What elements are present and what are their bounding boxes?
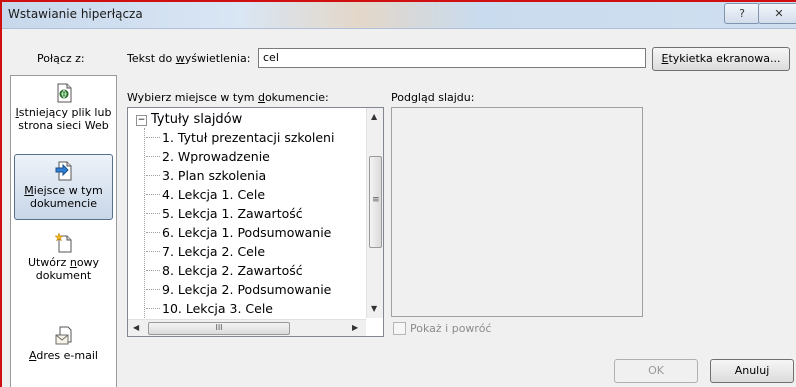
tree-item-slide-5[interactable]: 5. Lekcja 1. Zawartość	[146, 206, 364, 221]
dialog-title: Wstawianie hiperłącza	[8, 7, 143, 21]
link-create-new-document[interactable]: Utwórz nowy dokument	[11, 233, 116, 282]
close-icon: ✕	[774, 7, 784, 20]
link-email-address-label: Adres e-mail	[29, 349, 98, 362]
collapse-icon[interactable]: −	[136, 115, 147, 126]
display-text-input[interactable]: cel	[258, 48, 646, 68]
help-icon: ?	[739, 7, 745, 20]
tree-item-slide-6[interactable]: 6. Lekcja 1. Podsumowanie	[146, 225, 364, 240]
tree-root-slide-titles[interactable]: − Tytuły slajdów	[136, 112, 242, 127]
close-button[interactable]: ✕	[758, 3, 796, 24]
new-document-icon	[53, 233, 71, 253]
scroll-right-icon[interactable]: ▶	[352, 323, 358, 332]
tree-horizontal-scrollbar[interactable]: ◀ III ▶	[128, 319, 366, 336]
tree-connector-line	[144, 128, 145, 328]
cancel-button[interactable]: Anuluj	[710, 359, 794, 383]
tree-item-slide-9[interactable]: 9. Lekcja 2. Podsumowanie	[146, 282, 364, 297]
show-and-return-label: Pokaż i powróć	[410, 322, 492, 335]
scroll-down-icon[interactable]: ▼	[371, 304, 377, 313]
existing-file-icon	[57, 83, 71, 103]
link-email-address[interactable]: Adres e-mail	[11, 326, 116, 362]
document-place-tree[interactable]: − Tytuły slajdów 1. Tytuł prezentacji szk…	[127, 107, 384, 337]
scroll-grip-icon: ≡	[372, 195, 380, 205]
tree-item-slide-3[interactable]: 3. Plan szkolenia	[146, 168, 364, 183]
email-address-icon	[55, 326, 71, 345]
link-to-label: Połącz z:	[37, 52, 85, 65]
place-in-document-icon	[55, 161, 71, 181]
tree-item-slide-2[interactable]: 2. Wprowadzenie	[146, 149, 364, 164]
screentip-button[interactable]: Etykietka ekranowa...	[652, 47, 790, 71]
tree-item-slide-4[interactable]: 4. Lekcja 1. Cele	[146, 187, 364, 202]
slide-preview-label: Podgląd slajdu:	[391, 91, 475, 104]
horizontal-scroll-thumb[interactable]: III	[148, 322, 290, 335]
scroll-up-icon[interactable]: ▲	[371, 112, 377, 121]
vertical-scroll-thumb[interactable]: ≡	[369, 156, 382, 248]
tree-vertical-scrollbar[interactable]: ▲ ≡ ▼	[366, 108, 383, 318]
link-create-new-document-label: Utwórz nowy dokument	[27, 256, 100, 282]
tree-item-slide-1[interactable]: 1. Tytuł prezentacji szkoleni	[146, 130, 364, 145]
title-bar: Wstawianie hiperłącza ? ✕	[2, 2, 796, 29]
link-place-in-document[interactable]: Miejsce w tym dokumencie	[14, 154, 113, 220]
link-existing-file-or-web-page[interactable]: Istniejący plik lub strona sieci Web	[11, 83, 116, 132]
scroll-left-icon[interactable]: ◀	[133, 323, 139, 332]
help-button[interactable]: ?	[724, 3, 760, 24]
display-text-label: Tekst do wyświetlenia:	[127, 52, 251, 65]
insert-hyperlink-dialog: Wstawianie hiperłącza ? ✕ Połącz z: Teks…	[0, 0, 796, 387]
show-and-return-checkbox[interactable]	[393, 322, 406, 335]
link-existing-file-label: Istniejący plik lub strona sieci Web	[15, 106, 112, 132]
tree-item-slide-8[interactable]: 8. Lekcja 2. Zawartość	[146, 263, 364, 278]
tree-item-slide-10[interactable]: 10. Lekcja 3. Cele	[146, 301, 364, 316]
link-to-bar: Istniejący plik lub strona sieci Web Mie…	[10, 75, 117, 387]
select-place-label: Wybierz miejsce w tym dokumencie:	[127, 91, 329, 104]
tree-item-slide-7[interactable]: 7. Lekcja 2. Cele	[146, 244, 364, 259]
link-place-in-document-label: Miejsce w tym dokumencie	[24, 184, 103, 210]
slide-preview-pane	[391, 107, 643, 317]
ok-button[interactable]: OK	[614, 359, 698, 383]
